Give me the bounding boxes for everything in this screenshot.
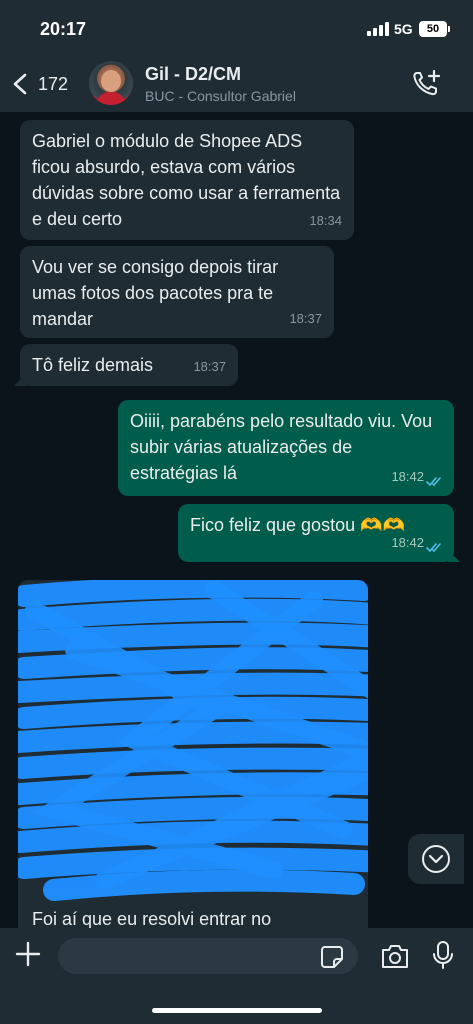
- redacted-message-bubble[interactable]: Foi aí que eu resolvi entrar no: [18, 580, 368, 928]
- message-text: Fico feliz que gostou 🫶🫶: [190, 515, 405, 535]
- message-time: 18:37: [193, 359, 226, 374]
- message-text: Vou ver se consigo depois tirar umas fot…: [32, 257, 279, 329]
- message-input[interactable]: [58, 938, 358, 974]
- chat-area[interactable]: Gabriel o módulo de Shopee ADS ficou abs…: [0, 112, 473, 928]
- battery-icon: 50: [419, 21, 450, 37]
- back-button[interactable]: 172: [8, 68, 78, 100]
- plus-icon[interactable]: [14, 940, 42, 968]
- chevron-down-circle-icon: [422, 845, 450, 873]
- message-bubble[interactable]: Tô feliz demais 18:37: [20, 344, 238, 386]
- contact-name[interactable]: Gil - D2/CM: [145, 64, 241, 85]
- message-bubble[interactable]: Vou ver se consigo depois tirar umas fot…: [20, 246, 334, 338]
- message-text: Gabriel o módulo de Shopee ADS ficou abs…: [32, 131, 341, 229]
- message-time: 18:42: [391, 535, 424, 550]
- message-text: Oiiii, parabéns pelo resultado viu. Vou …: [130, 411, 433, 483]
- message-text: Foi aí que eu resolvi entrar no: [32, 909, 272, 928]
- chevron-left-icon: [13, 73, 27, 95]
- signal-icon: [367, 22, 389, 36]
- read-ticks-icon: [426, 543, 441, 552]
- status-time: 20:17: [40, 19, 87, 39]
- avatar[interactable]: [89, 61, 133, 105]
- camera-icon[interactable]: [380, 942, 410, 970]
- status-bar: 20:17 5G 50: [0, 0, 473, 56]
- sticker-icon[interactable]: [320, 945, 344, 969]
- chat-header: 172 Gil - D2/CM BUC - Consultor Gabriel: [0, 56, 473, 112]
- message-bubble[interactable]: Fico feliz que gostou 🫶🫶 18:42: [178, 504, 454, 562]
- read-ticks-icon: [426, 477, 441, 486]
- redaction-scribble: [18, 580, 368, 901]
- message-time: 18:34: [309, 213, 342, 228]
- contact-subtitle: BUC - Consultor Gabriel: [145, 88, 296, 104]
- phone-add-icon[interactable]: [410, 68, 442, 100]
- message-time: 18:37: [289, 311, 322, 326]
- network-label: 5G: [394, 21, 413, 37]
- unread-count: 172: [38, 73, 69, 94]
- message-bubble[interactable]: Oiiii, parabéns pelo resultado viu. Vou …: [118, 400, 454, 496]
- message-time: 18:42: [391, 469, 424, 484]
- message-text: Tô feliz demais: [32, 355, 154, 375]
- scroll-down-button[interactable]: [408, 834, 464, 884]
- home-indicator: [152, 1008, 322, 1013]
- microphone-icon[interactable]: [432, 940, 454, 970]
- message-bubble[interactable]: Gabriel o módulo de Shopee ADS ficou abs…: [20, 120, 354, 240]
- composer-bar: [0, 928, 473, 1024]
